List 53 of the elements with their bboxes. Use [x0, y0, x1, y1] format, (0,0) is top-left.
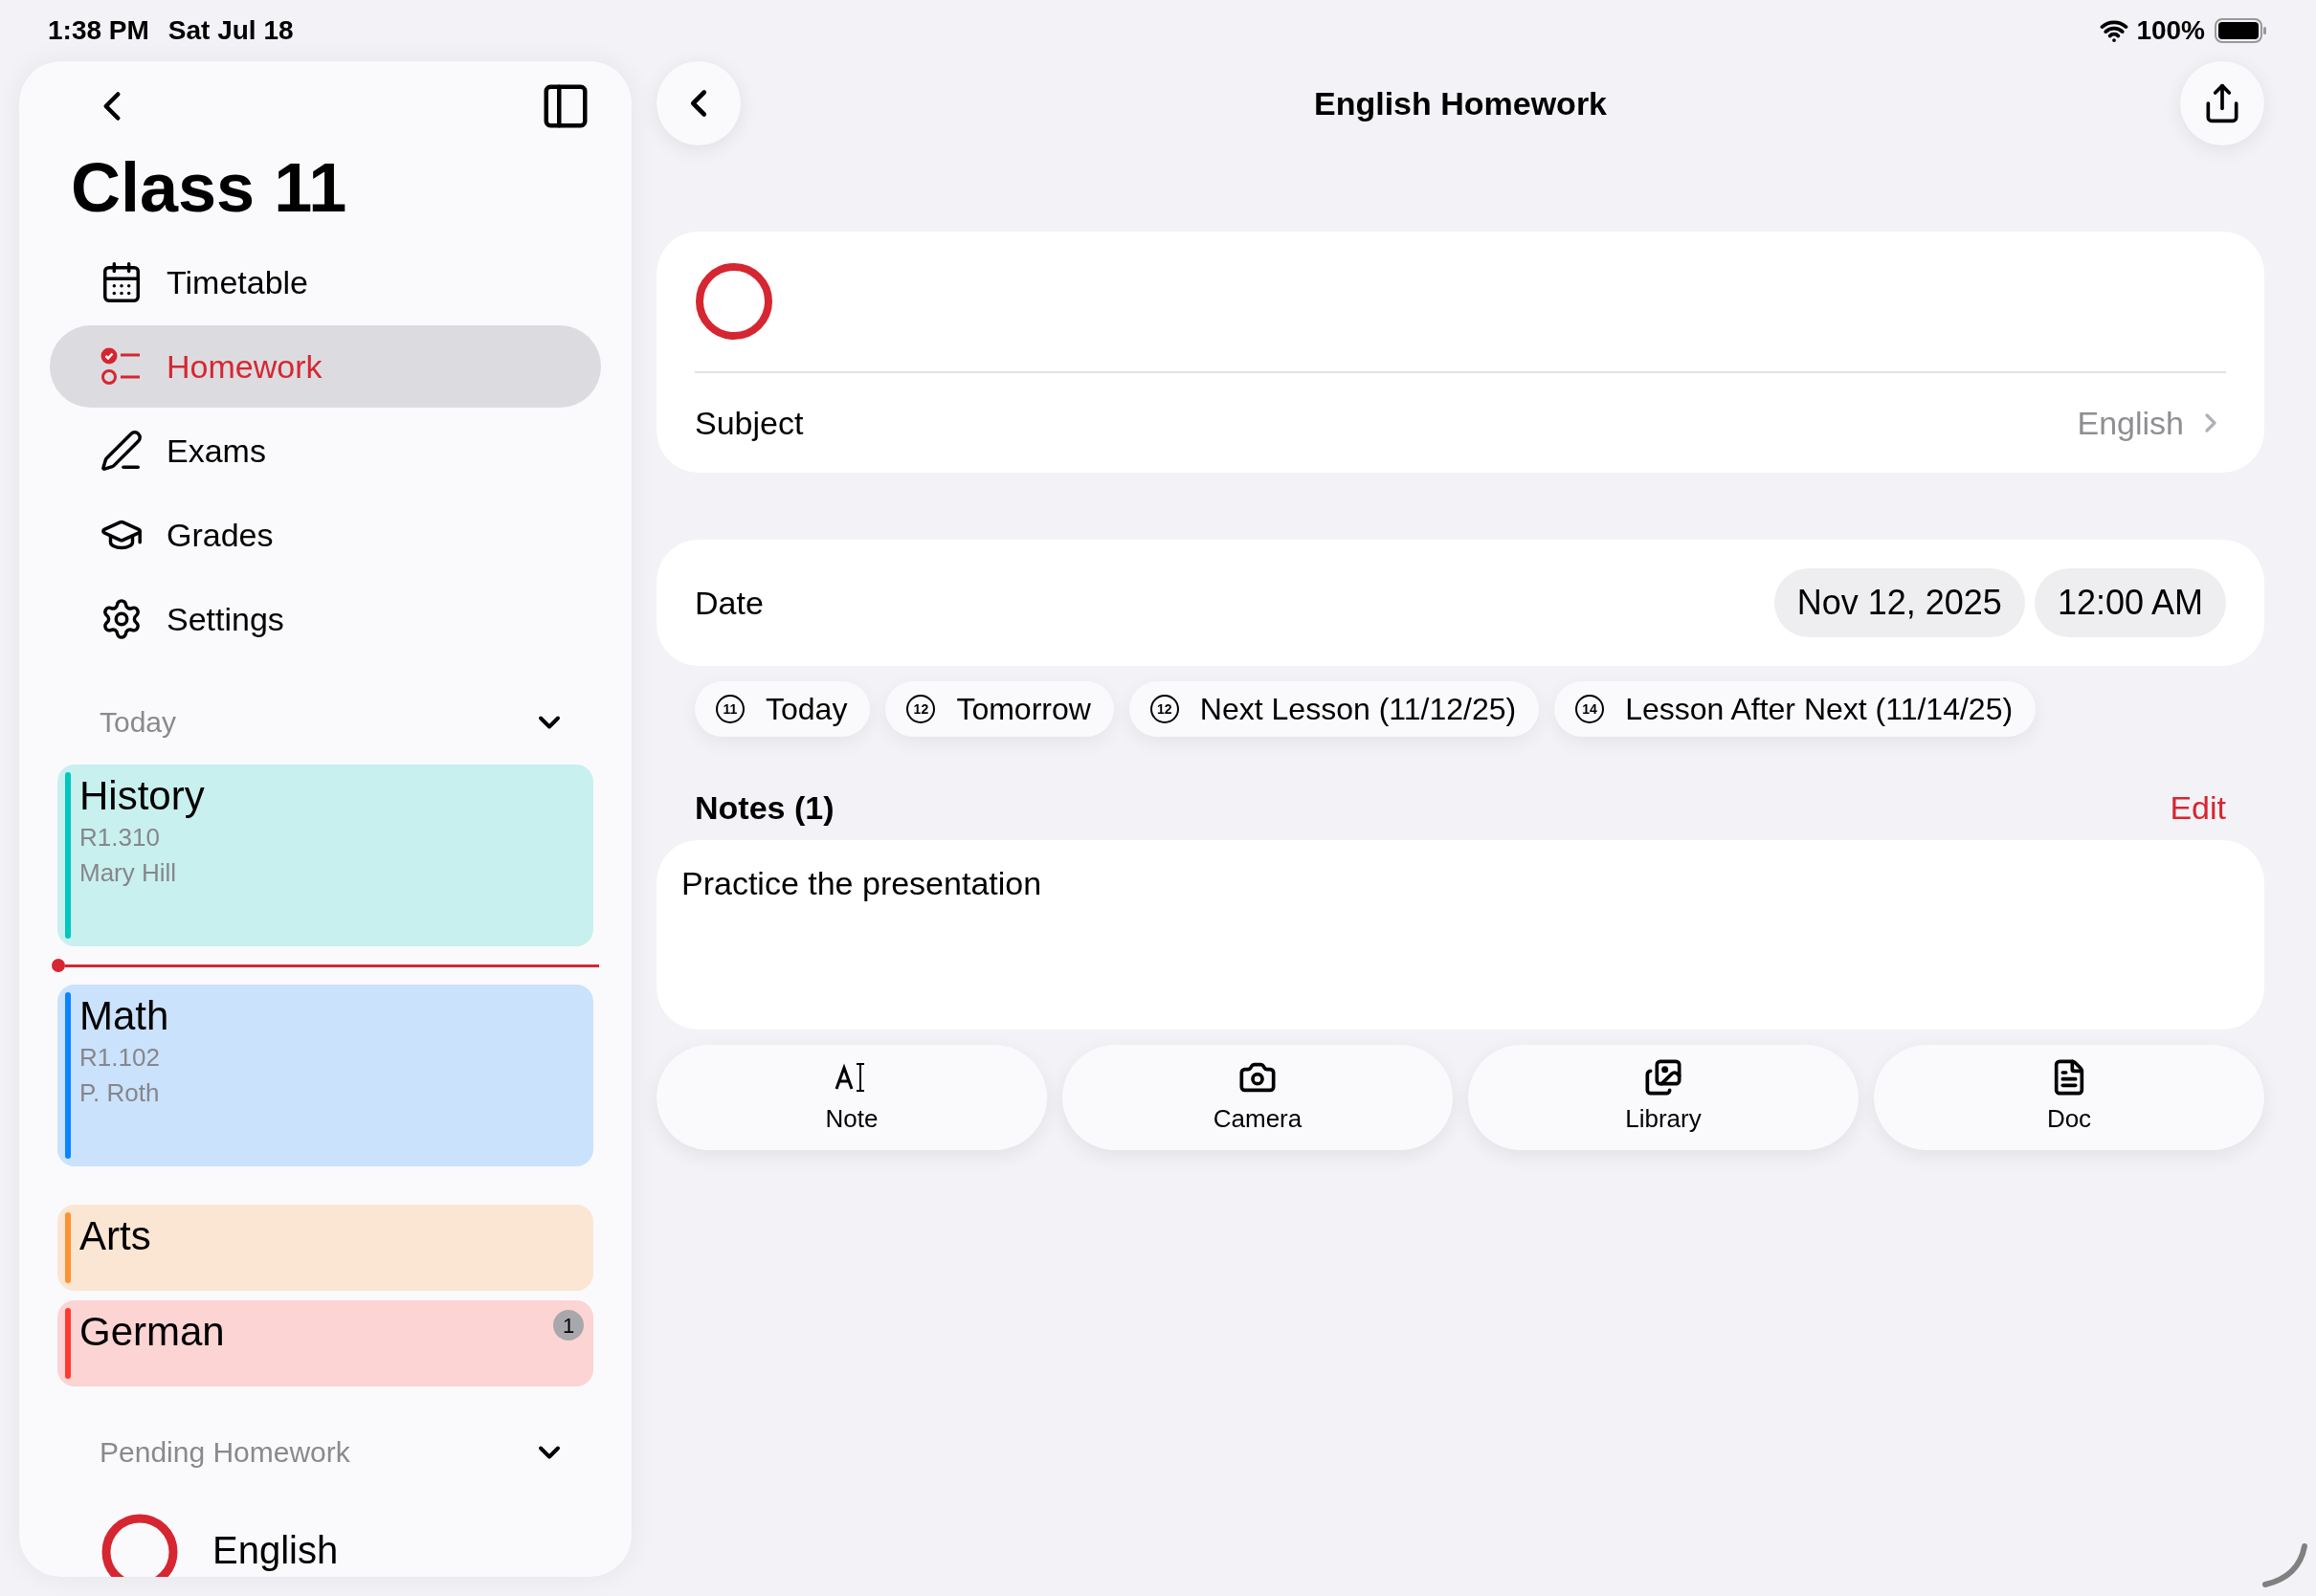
pen-icon — [100, 429, 144, 473]
count-badge: 1 — [553, 1310, 584, 1341]
notes-header: Notes (1) — [695, 787, 835, 828]
edit-link[interactable]: Edit — [2170, 783, 2226, 832]
day-number-icon: 12 — [906, 695, 936, 723]
attachment-button[interactable]: Library — [1468, 1045, 1859, 1150]
lesson-teacher: P. Roth — [79, 1077, 161, 1109]
lesson-card[interactable]: History R1.310 Mary Hill — [57, 765, 593, 946]
battery-icon — [2215, 17, 2268, 44]
lesson-subject: History — [79, 772, 205, 820]
date-picker[interactable]: Nov 12, 2025 — [1773, 568, 2025, 637]
subject-label: Subject — [695, 403, 804, 443]
lesson-card[interactable]: German 1 — [57, 1300, 593, 1386]
nav-item[interactable]: Timetable — [50, 241, 601, 323]
date-label: Date — [695, 583, 764, 623]
nav-item[interactable]: Settings — [50, 578, 601, 660]
lesson-teacher: Mary Hill — [79, 857, 178, 889]
subject-row[interactable]: Subject English — [695, 373, 2226, 473]
photos-icon — [1644, 1057, 1682, 1097]
lesson-subject: Arts — [79, 1212, 151, 1260]
quick-date-chip[interactable]: 12 Next Lesson (11/12/25) — [1128, 681, 1540, 737]
lesson-room: R1.102 — [79, 1042, 161, 1074]
lesson-subject: German — [79, 1308, 225, 1356]
day-number-icon: 11 — [716, 695, 745, 723]
battery-percent: 100% — [2136, 14, 2205, 47]
incomplete-circle-icon[interactable] — [695, 262, 773, 341]
day-number-icon: 14 — [1575, 695, 1605, 723]
lesson-card[interactable]: Arts — [57, 1205, 593, 1291]
section-header: Pending Homework — [100, 1435, 350, 1470]
page-title: English Homework — [1313, 83, 1608, 123]
status-date: Sat Jul 18 — [167, 14, 294, 47]
note-text: Practice the presentation — [681, 865, 1042, 901]
homework-title: English — [212, 1528, 339, 1573]
quick-date-chip[interactable]: 14 Lesson After Next (11/14/25) — [1554, 681, 2037, 737]
status-time: 1:38 PM — [48, 14, 149, 47]
lesson-room: R1.310 — [79, 822, 161, 853]
quick-date-chip[interactable]: 11 Today — [695, 681, 871, 737]
nav-item[interactable]: Exams — [50, 410, 601, 492]
subject-value: English — [2077, 403, 2184, 443]
corner-arc-icon — [2260, 1541, 2308, 1588]
quick-date-chip[interactable]: 12 Tomorrow — [885, 681, 1114, 737]
attachment-button[interactable]: Doc — [1874, 1045, 2264, 1150]
time-picker[interactable]: 12:00 AM — [2034, 568, 2226, 637]
day-number-icon: 12 — [1149, 695, 1179, 723]
nav-item[interactable]: Homework — [50, 325, 601, 408]
note-card[interactable]: Practice the presentation — [657, 840, 2264, 1030]
sidebar-title: Class 11 — [71, 153, 348, 222]
attachment-button[interactable]: Camera — [1062, 1045, 1453, 1150]
nav-item[interactable]: Grades — [50, 494, 601, 576]
lesson-subject: Math — [79, 992, 169, 1040]
lesson-card[interactable]: Math R1.102 P. Roth — [57, 985, 593, 1166]
section-header: Today — [100, 705, 177, 740]
attachment-button[interactable]: Note — [657, 1045, 1047, 1150]
